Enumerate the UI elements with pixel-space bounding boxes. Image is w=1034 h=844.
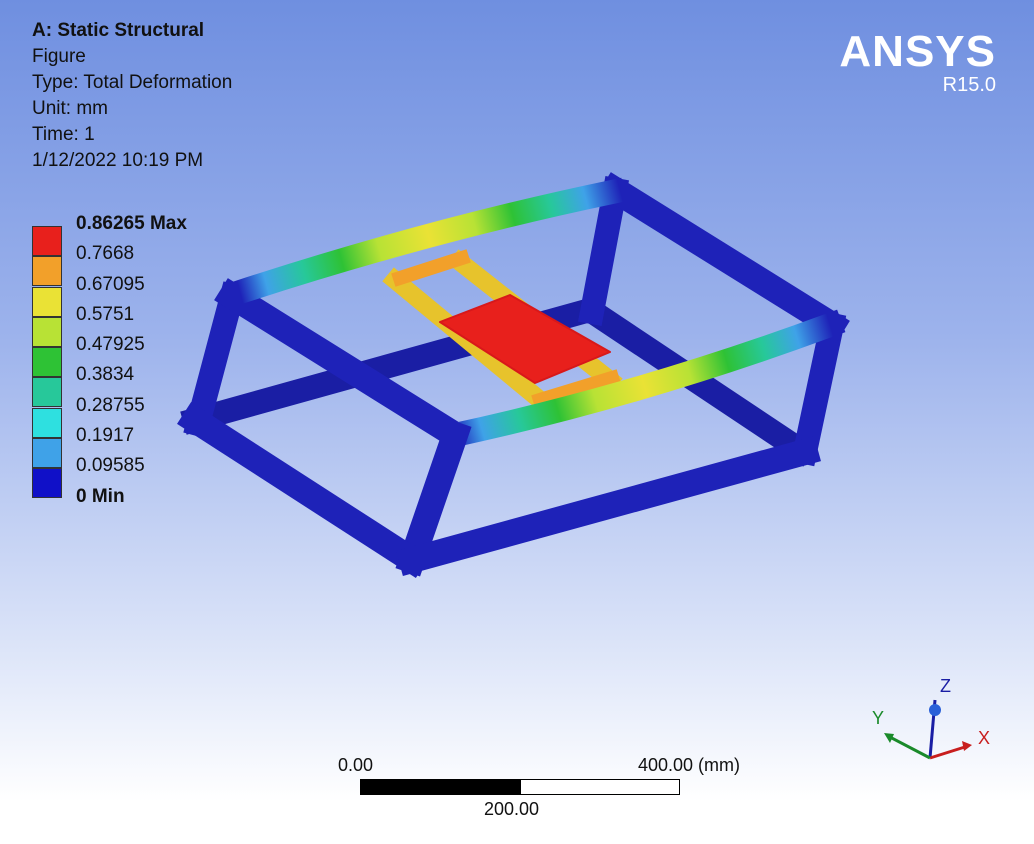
frame-bottom-left-side <box>177 402 430 578</box>
z-label: Z <box>940 676 951 696</box>
z-axis-icon <box>929 704 941 716</box>
inner-frame-cross <box>391 249 471 287</box>
y-label: Y <box>872 708 884 728</box>
frame-leg-back-right <box>577 175 630 327</box>
scale-bar: 0.00 400.00 (mm) 200.00 <box>338 755 740 825</box>
scale-mid-label: 200.00 <box>484 799 540 819</box>
scale-start-label: 0.00 <box>338 755 374 775</box>
frame-bottom-front <box>396 436 821 576</box>
x-axis-icon <box>962 741 972 751</box>
graphics-viewport[interactable]: A: Static Structural Figure Type: Total … <box>0 0 1034 844</box>
frame-top-right-side <box>597 172 850 343</box>
coordinate-triad[interactable]: Z X Y <box>860 670 1000 770</box>
beam-back-curved <box>224 177 627 308</box>
scale-end-label: 400.00 (mm) <box>638 755 741 775</box>
scale-bar-graphic <box>360 779 680 795</box>
x-label: X <box>978 728 990 748</box>
